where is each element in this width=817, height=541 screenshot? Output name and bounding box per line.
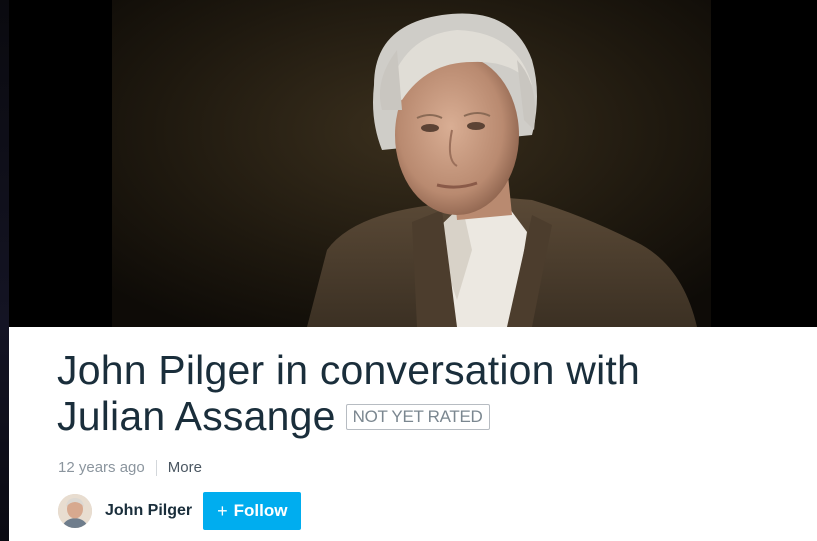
avatar-image bbox=[58, 494, 92, 528]
clip-title-line-1: John Pilger in conversation with bbox=[57, 347, 640, 393]
plus-icon: + bbox=[217, 500, 228, 521]
owner-name-link[interactable]: John Pilger bbox=[105, 502, 192, 520]
follow-button[interactable]: + Follow bbox=[203, 492, 302, 530]
clip-info: John Pilger in conversation with Julian … bbox=[9, 327, 817, 541]
clip-title-line-2-text: Julian Assange bbox=[57, 393, 336, 439]
meta-divider bbox=[155, 460, 157, 476]
clip-title: John Pilger in conversation with Julian … bbox=[57, 347, 777, 439]
clip-age: 12 years ago bbox=[58, 459, 145, 476]
rating-badge[interactable]: NOT YET RATED bbox=[345, 404, 490, 430]
window-edge bbox=[0, 0, 9, 541]
video-player[interactable] bbox=[9, 0, 817, 327]
clip-meta: 12 years ago More bbox=[58, 459, 202, 477]
follow-label: Follow bbox=[233, 501, 288, 520]
clip-title-line-2: Julian Assange NOT YET RATED bbox=[57, 393, 777, 439]
avatar[interactable] bbox=[58, 494, 92, 528]
more-link[interactable]: More bbox=[168, 459, 202, 477]
owner-row: John Pilger + Follow bbox=[58, 491, 302, 531]
video-thumbnail bbox=[112, 0, 711, 327]
video-page: John Pilger in conversation with Julian … bbox=[0, 0, 817, 541]
